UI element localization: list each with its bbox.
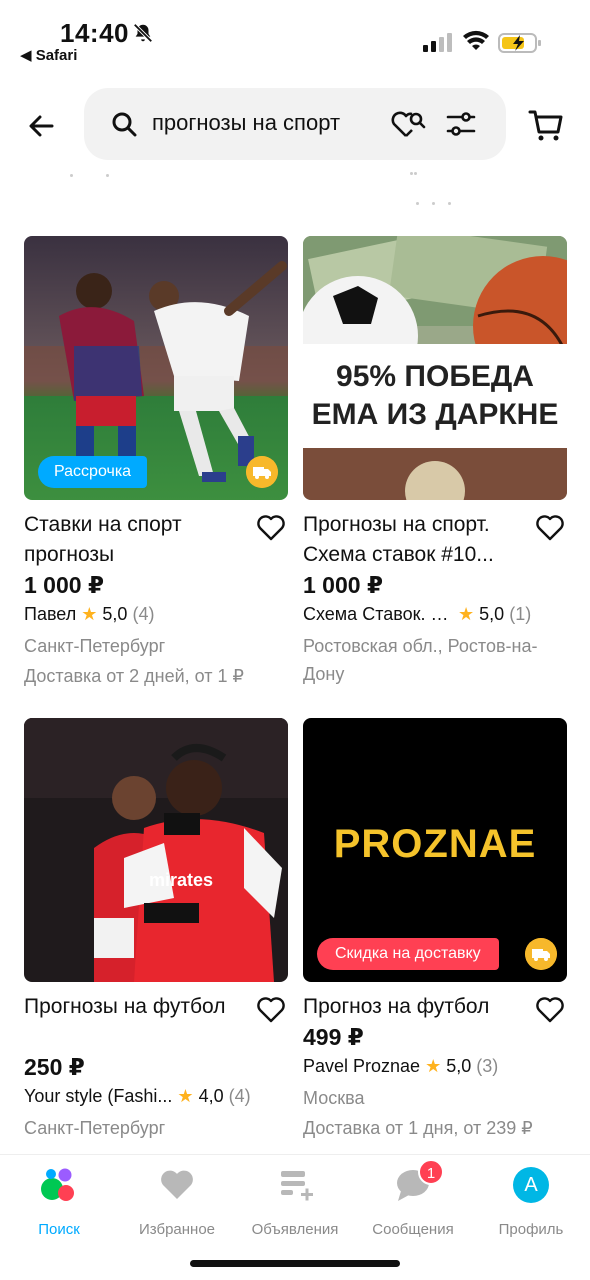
seller-name[interactable]: Pavel Proznae <box>303 1056 420 1077</box>
search-icon <box>112 112 137 137</box>
product-image[interactable]: PROZNAE Скидка на доставку <box>303 718 567 982</box>
review-count: (3) <box>476 1056 499 1076</box>
tab-favorites-label: Избранное <box>138 1221 216 1238</box>
delivery-discount-badge: Скидка на доставку <box>317 938 499 970</box>
product-city: Санкт-Петербург <box>24 636 166 656</box>
search-input[interactable]: прогнозы на спорт <box>84 88 506 160</box>
tab-messages-label: Сообщения <box>372 1221 454 1238</box>
saved-search-heart-icon[interactable] <box>390 108 426 140</box>
tab-profile[interactable]: A Профиль <box>472 1165 590 1245</box>
status-time: 14:40 <box>60 18 129 48</box>
favorite-heart-icon[interactable] <box>535 996 565 1024</box>
seller-rating-row: Павел ★ 5,0 (4) <box>24 604 288 625</box>
rating-value: 4,0 <box>198 1086 224 1106</box>
proznae-logo-text: PROZNAE <box>333 822 537 866</box>
product-city: Санкт-Петербург <box>24 1118 166 1138</box>
favorite-heart-icon[interactable] <box>535 514 565 542</box>
delivery-truck-icon <box>525 938 557 970</box>
favorite-heart-icon[interactable] <box>256 996 286 1024</box>
product-title[interactable]: Прогнозы на футбол <box>24 992 246 1022</box>
scrolled-content-remnant <box>70 172 470 208</box>
seller-name[interactable]: Your style (Fashi... <box>24 1086 172 1107</box>
seller-rating-row: Your style (Fashi... ★ 4,0 (4) <box>24 1086 288 1107</box>
star-icon: ★ <box>458 604 475 624</box>
wifi-icon <box>463 30 489 50</box>
favorite-heart-icon[interactable] <box>256 514 286 542</box>
delivery-info: Доставка от 1 дня, от 239 ₽ <box>303 1118 533 1138</box>
product-city: Москва <box>303 1088 365 1108</box>
review-count: (1) <box>509 604 532 624</box>
product-card[interactable]: PROZNAE Скидка на доставку Прогноз на фу… <box>303 718 567 1148</box>
star-icon: ★ <box>81 604 98 624</box>
product-price: 499 ₽ <box>303 1024 364 1050</box>
seller-rating-row: Pavel Proznae ★ 5,0 (3) <box>303 1056 567 1077</box>
status-bar: 14:40 ◀ Safari <box>0 0 590 78</box>
tab-ads-label: Объявления <box>251 1221 339 1238</box>
back-arrow-icon[interactable] <box>22 106 62 146</box>
product-image[interactable]: 95% ПОБЕДА ЕМА ИЗ ДАРКНЕ <box>303 236 567 500</box>
svg-text:mirates: mirates <box>149 870 213 890</box>
review-count: (4) <box>228 1086 251 1106</box>
product-card[interactable]: Рассрочка Ставки на спорт прогнозы 1 000… <box>24 236 288 696</box>
silent-bell-icon <box>133 23 153 43</box>
review-count: (4) <box>132 604 155 624</box>
home-indicator[interactable] <box>190 1260 400 1267</box>
search-query-text: прогнозы на спорт <box>152 110 341 135</box>
arsenal-players-photo: mirates <box>24 718 288 982</box>
back-to-safari-link[interactable]: ◀ Safari <box>20 46 77 64</box>
product-image[interactable]: Рассрочка <box>24 236 288 500</box>
product-title[interactable]: Прогнозы на спорт. Схема ставок #10... <box>303 510 525 570</box>
delivery-truck-icon <box>246 456 278 488</box>
seller-name[interactable]: Схема Ставок. Д... <box>303 604 453 625</box>
product-image[interactable]: mirates <box>24 718 288 982</box>
product-price: 250 ₽ <box>24 1054 85 1080</box>
search-header: прогнозы на спорт <box>0 88 590 162</box>
product-card[interactable]: mirates Прогнозы на футбол 250 ₽ Your st… <box>24 718 288 1148</box>
heart-icon <box>161 1170 193 1199</box>
search-tab-dots-icon <box>41 1168 74 1201</box>
promo-text-line-2: ЕМА ИЗ ДАРКНЕ <box>311 398 559 431</box>
delivery-info: Доставка от 2 дней, от 1 ₽ <box>24 666 245 686</box>
cellular-signal-icon <box>423 33 452 52</box>
battery-charging-icon <box>498 33 541 53</box>
product-city: Ростовская обл., Ростов-на-Дону <box>303 636 538 684</box>
tab-messages[interactable]: 1 Сообщения <box>354 1159 472 1245</box>
product-price: 1 000 ₽ <box>24 572 104 598</box>
rating-value: 5,0 <box>102 604 128 624</box>
tab-search[interactable]: Поиск <box>0 1165 118 1245</box>
tab-search-label: Поиск <box>38 1221 80 1238</box>
cart-icon[interactable] <box>526 104 566 144</box>
unread-messages-badge: 1 <box>418 1159 444 1185</box>
tab-ads[interactable]: Объявления <box>236 1165 354 1245</box>
promo-text-line-1: 95% ПОБЕДА <box>336 360 534 393</box>
star-icon: ★ <box>177 1086 194 1106</box>
avatar: A <box>513 1167 549 1203</box>
installment-badge: Рассрочка <box>38 456 148 488</box>
seller-name[interactable]: Павел <box>24 604 76 625</box>
tab-profile-label: Профиль <box>498 1221 564 1238</box>
filter-sliders-icon[interactable] <box>446 110 476 138</box>
product-title[interactable]: Ставки на спорт прогнозы <box>24 510 246 570</box>
seller-rating-row: Схема Ставок. Д... ★ 5,0 (1) <box>303 604 567 625</box>
tab-favorites[interactable]: Избранное <box>118 1165 236 1245</box>
product-title[interactable]: Прогноз на футбол <box>303 992 525 1022</box>
ads-list-plus-icon <box>281 1171 313 1201</box>
product-price: 1 000 ₽ <box>303 572 383 598</box>
rating-value: 5,0 <box>446 1056 472 1076</box>
rating-value: 5,0 <box>479 604 505 624</box>
product-card[interactable]: 95% ПОБЕДА ЕМА ИЗ ДАРКНЕ Прогнозы на спо… <box>303 236 567 696</box>
star-icon: ★ <box>425 1056 442 1076</box>
